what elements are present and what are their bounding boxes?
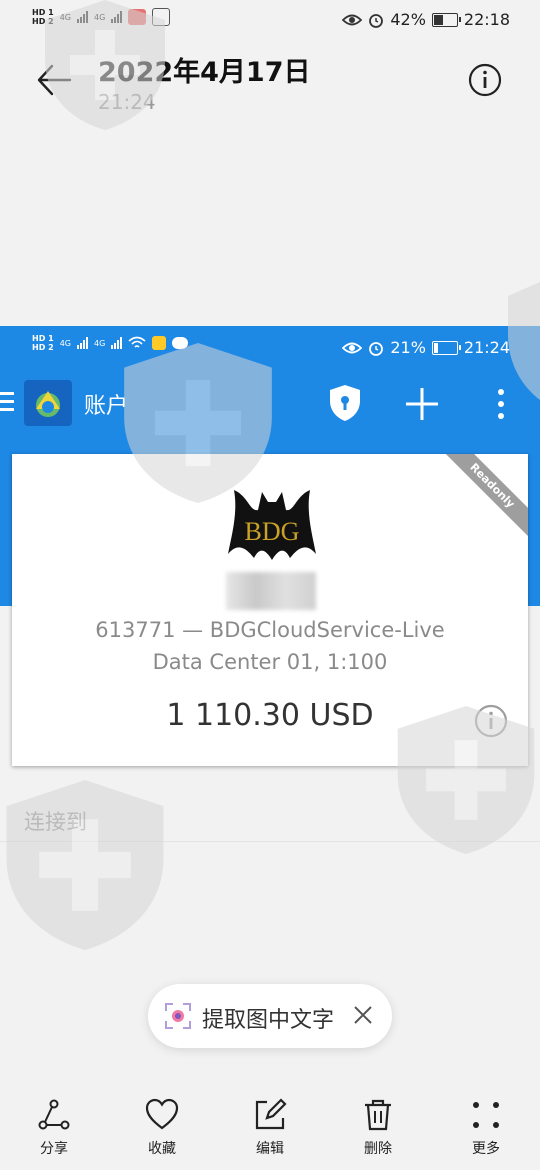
signal-icon [76,337,88,349]
clock: 22:18 [463,10,510,29]
app-title: 账户 [84,394,129,419]
text-scan-icon [165,1003,191,1029]
battery-percent: 21% [390,338,426,357]
network-label: 4G [59,12,71,22]
page-title: 2022年4月17日 [98,57,311,88]
sim2-label: HD 2 [32,343,54,352]
security-shield-icon[interactable] [328,384,362,422]
heart-icon [145,1098,179,1130]
share-button[interactable]: 分享 [0,1090,108,1170]
battery-percent: 42% [390,10,426,29]
alarm-icon [369,13,384,28]
alipay-notification-icon [152,8,171,26]
edit-button[interactable]: 编辑 [216,1090,324,1170]
divider [0,841,540,842]
signal-icon-2 [111,337,123,349]
menu-icon[interactable] [0,390,16,414]
wechat-icon [172,337,189,349]
app-notification-icon [128,9,147,25]
eye-icon [342,14,363,25]
more-icon [473,1102,499,1128]
battery-icon [431,12,461,27]
clock: 21:24 [463,338,510,357]
account-name-blurred [226,572,316,610]
sim1-label: HD 1 [32,8,54,17]
trash-icon [365,1099,391,1131]
status-bar: HD 1 HD 2 4G 4G 42% 22:18 [0,0,540,40]
favorite-label: 收藏 [148,1141,176,1157]
favorite-button[interactable]: 收藏 [108,1090,216,1170]
screenshot-status-bar: HD 1 HD 2 4G 4G 21% 21:24 [0,330,540,364]
share-icon [38,1099,70,1130]
signal-icon-2 [111,11,123,23]
broker-logo: BDG [228,490,316,560]
sim1-label: HD 1 [32,334,54,343]
extract-text-chip[interactable]: 提取图中文字 [148,984,392,1048]
more-button[interactable]: 更多 [432,1090,540,1170]
account-balance: 1 110.30 USD [166,698,374,733]
connect-to-label: 连接到 [24,810,87,834]
delete-label: 删除 [364,1141,392,1157]
sim2-label: HD 2 [32,17,54,26]
watermark-shield-icon [6,780,164,950]
account-number-server: 613771 — BDGCloudService-Live [95,618,445,642]
metatrader-logo-icon [24,380,72,426]
account-info-icon[interactable] [474,704,508,738]
eye-icon [342,342,363,353]
broker-logo-text: BDG [245,517,300,546]
status-bar-signals: HD 1 HD 2 4G 4G [32,8,171,26]
bottom-toolbar: 分享 收藏 编辑 删除 更多 [0,1090,540,1170]
wifi-icon [128,336,146,348]
extract-text-label: 提取图中文字 [202,1008,335,1033]
network-label: 4G [59,338,71,348]
edit-icon [255,1098,287,1130]
more-label: 更多 [472,1141,500,1157]
overflow-menu-icon[interactable] [494,388,508,420]
alarm-icon [369,341,384,356]
network-label-2: 4G [93,12,106,22]
battery-icon [431,340,461,355]
account-card[interactable]: Readonly BDG 613771 — BDGCloudService-Li… [12,454,528,766]
info-icon[interactable] [468,63,502,97]
readonly-ribbon: Readonly [435,454,528,543]
edit-label: 编辑 [256,1141,284,1157]
signal-icon [76,11,88,23]
close-icon[interactable] [352,1004,374,1026]
back-arrow-icon[interactable] [36,62,72,98]
share-label: 分享 [40,1141,68,1157]
account-datacenter-leverage: Data Center 01, 1:100 [152,650,388,674]
delete-button[interactable]: 删除 [324,1090,432,1170]
add-account-icon[interactable] [404,386,440,422]
app-notification-icon [152,336,167,350]
photo-time: 21:24 [98,90,156,114]
network-label-2: 4G [93,338,106,348]
